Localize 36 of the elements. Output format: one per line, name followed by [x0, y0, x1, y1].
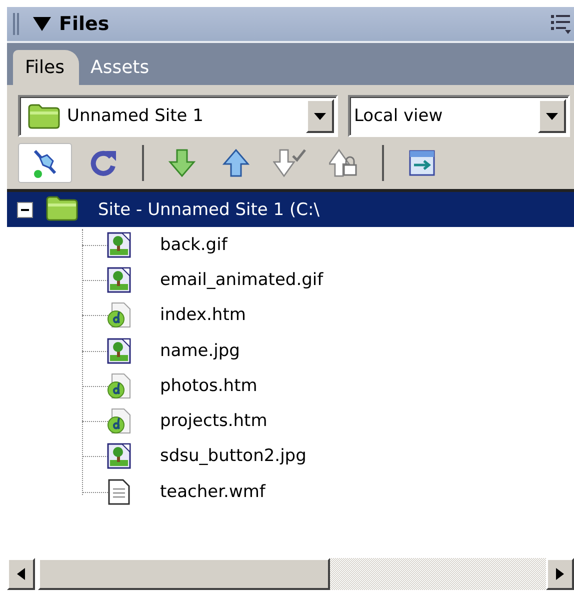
- file-name[interactable]: photos.htm: [160, 376, 258, 396]
- collapse-toggle-icon[interactable]: [17, 202, 33, 218]
- view-dropdown[interactable]: Local view: [348, 95, 570, 137]
- file-name[interactable]: sdsu_button2.jpg: [160, 446, 306, 466]
- panel-tab[interactable]: Assets: [78, 50, 164, 85]
- file-name[interactable]: back.gif: [160, 234, 228, 255]
- panel-tab[interactable]: Files: [13, 50, 78, 85]
- right-arrow-icon: [556, 568, 564, 580]
- file-name[interactable]: projects.htm: [160, 411, 268, 432]
- dropdown-arrow-icon: [314, 112, 326, 120]
- collapse-triangle-icon[interactable]: [33, 17, 51, 31]
- left-arrow-icon: [17, 568, 25, 580]
- image-file-icon: [107, 443, 131, 470]
- file-name[interactable]: index.htm: [160, 305, 246, 326]
- file-name[interactable]: teacher.wmf: [160, 482, 266, 502]
- gripper-icon[interactable]: [13, 13, 19, 35]
- scroll-left-button[interactable]: [7, 558, 35, 590]
- file-name[interactable]: name.jpg: [160, 340, 240, 361]
- image-file-icon: [107, 232, 131, 258]
- dropdown-arrow-icon: [546, 112, 558, 120]
- html-file-icon: [106, 302, 132, 328]
- image-file-icon: [107, 338, 131, 364]
- scrollbar-thumb[interactable]: [38, 558, 330, 590]
- options-menu-icon[interactable]: [550, 13, 572, 35]
- panel-title[interactable]: Files: [59, 13, 110, 35]
- file-name[interactable]: email_animated.gif: [160, 270, 324, 290]
- scroll-right-button[interactable]: [546, 558, 574, 590]
- html-file-icon: [106, 408, 132, 434]
- connect-button[interactable]: [18, 143, 72, 183]
- image-file-icon: [107, 266, 131, 293]
- html-file-icon: [106, 372, 132, 399]
- document-icon: [108, 478, 130, 505]
- site-dropdown[interactable]: Unnamed Site 1: [18, 95, 338, 137]
- folder-icon: [45, 194, 79, 220]
- site-root-row[interactable]: Site - Unnamed Site 1 (C:\: [7, 192, 574, 227]
- folder-icon: [27, 103, 61, 129]
